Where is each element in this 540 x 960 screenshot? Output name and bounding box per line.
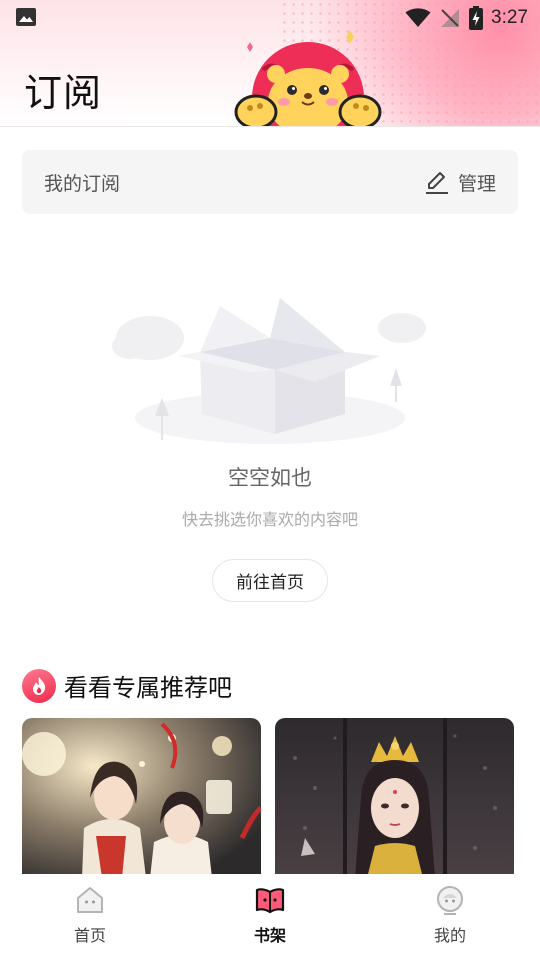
- manage-button[interactable]: 管理: [424, 169, 496, 196]
- empty-box-illustration: [112, 298, 426, 444]
- page-title: 订阅: [24, 71, 103, 115]
- flame-icon: [22, 668, 56, 703]
- profile-icon: [437, 886, 463, 915]
- battery-icon: [469, 6, 484, 30]
- status-right: 3:27: [405, 5, 528, 31]
- nav-label-bookshelf: 书架: [253, 926, 286, 945]
- bookshelf-icon: [255, 888, 285, 914]
- nav-label-home: 首页: [73, 926, 106, 945]
- empty-state-subtitle: 快去挑选你喜欢的内容吧: [181, 510, 358, 529]
- recommendation-title: 看看专属推荐吧: [64, 674, 232, 702]
- recommendation-header: 看看专属推荐吧: [22, 668, 232, 703]
- manage-label: 管理: [457, 172, 496, 195]
- nav-item-profile[interactable]: 我的: [360, 874, 540, 960]
- edit-pencil-icon: [425, 172, 448, 194]
- nav-item-bookshelf[interactable]: 书架: [180, 874, 360, 960]
- wifi-icon: [405, 8, 431, 27]
- lion-mascot-illustration: [234, 30, 382, 126]
- header: 3:27 订阅: [0, 0, 540, 127]
- cover-art-lanterns: [22, 718, 261, 878]
- no-signal-icon: [441, 9, 460, 27]
- status-time: 3:27: [491, 7, 528, 28]
- gallery-notification-icon: [16, 8, 36, 26]
- home-icon: [77, 887, 103, 913]
- my-subscription-bar: 我的订阅 管理: [22, 150, 518, 214]
- bottom-navigation: 首页 书架 我的: [0, 874, 540, 960]
- my-subscription-label: 我的订阅: [44, 172, 121, 195]
- recommendation-card-1[interactable]: [22, 718, 261, 878]
- go-to-home-button[interactable]: 前往首页: [212, 559, 328, 602]
- empty-state-title: 空空如也: [228, 466, 312, 490]
- cover-art-crowned: [275, 718, 514, 878]
- recommendation-card-2[interactable]: [275, 718, 514, 878]
- nav-label-profile: 我的: [433, 926, 466, 945]
- nav-item-home[interactable]: 首页: [0, 874, 180, 960]
